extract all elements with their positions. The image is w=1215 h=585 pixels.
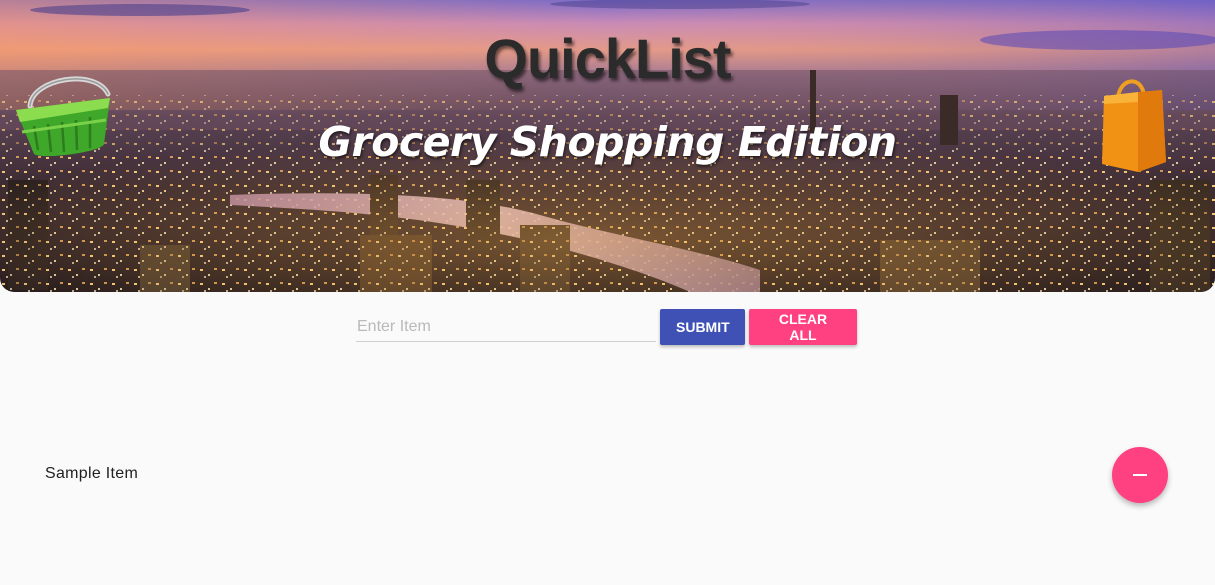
app-subtitle: Grocery Shopping Edition xyxy=(318,118,897,166)
item-input[interactable] xyxy=(356,312,656,342)
remove-item-button[interactable] xyxy=(1112,447,1168,503)
grocery-list: Sample Item xyxy=(0,440,1215,510)
app-title: QuickList xyxy=(484,27,731,90)
app-page: QuickList Grocery Shopping Edition SUBMI… xyxy=(0,0,1215,585)
hero-banner: QuickList Grocery Shopping Edition xyxy=(0,0,1215,292)
list-item-label: Sample Item xyxy=(45,465,139,482)
list-item: Sample Item xyxy=(0,440,1215,510)
clear-all-button[interactable]: CLEAR ALL xyxy=(749,309,857,345)
add-item-form: SUBMIT CLEAR ALL xyxy=(356,309,857,345)
submit-button[interactable]: SUBMIT xyxy=(660,309,745,345)
minus-icon xyxy=(1133,474,1147,476)
